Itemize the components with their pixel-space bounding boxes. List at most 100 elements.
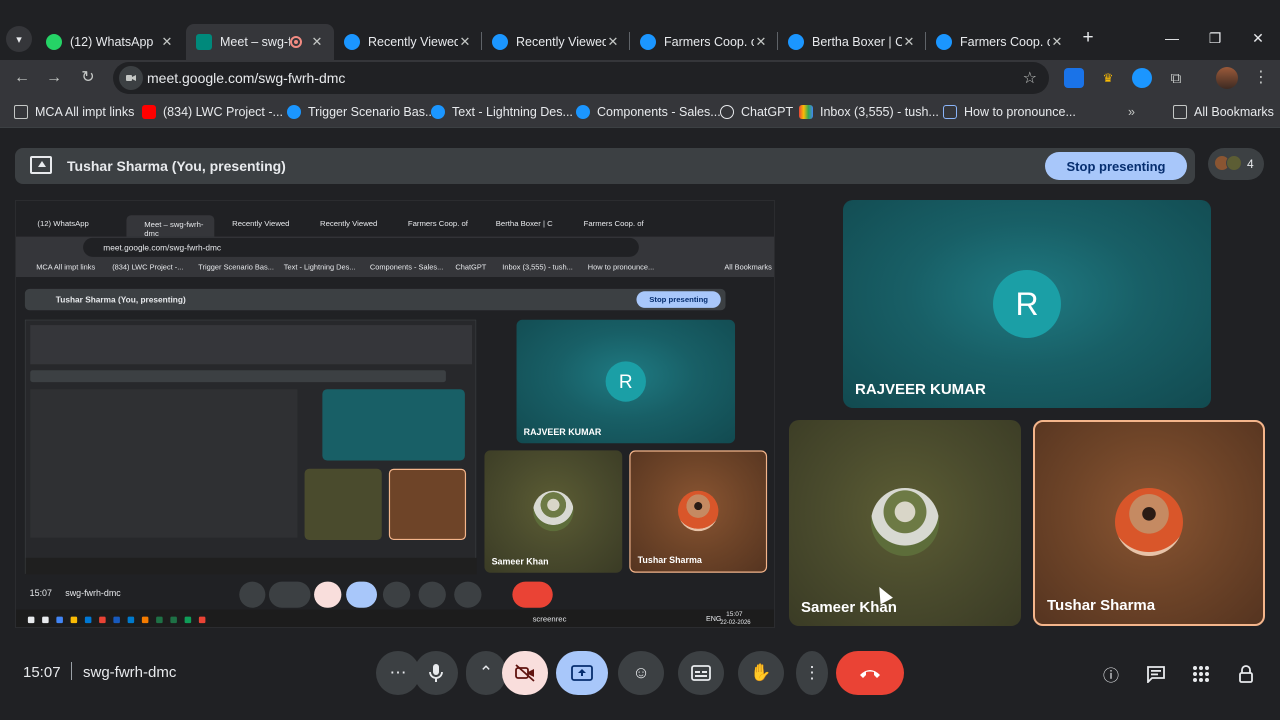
shared-screenrec-label: screenrec — [532, 614, 567, 624]
salesforce-icon — [431, 105, 445, 119]
bookmark-chatgpt[interactable]: ChatGPT — [720, 104, 793, 120]
shared-bookmark: Inbox (3,555) - tush... — [502, 262, 573, 272]
shared-screen: (12) WhatsApp Meet – swg-fwrh-dmc Recent… — [15, 200, 775, 628]
participant-name: Tushar Sharma — [1047, 597, 1156, 614]
bookmark-trigger[interactable]: Trigger Scenario Bas... — [287, 104, 435, 120]
tile-sameer-khan[interactable]: Sameer Khan — [789, 420, 1021, 626]
present-screen-icon — [30, 156, 52, 174]
hang-up-icon — [860, 670, 880, 678]
bookmark-star-icon[interactable]: ☆ — [1023, 68, 1037, 88]
shared-tab: Recently Viewed — [232, 218, 290, 228]
tab-close-icon[interactable]: ✕ — [1050, 34, 1064, 50]
microphone-icon — [429, 664, 443, 682]
tab-farmers-coop-2[interactable]: Farmers Coop. of ✕ — [926, 24, 1074, 60]
shared-controls — [239, 581, 553, 608]
meet-page: Tushar Sharma (You, presenting) Stop pre… — [0, 128, 1280, 720]
bookmark-components[interactable]: Components - Sales... — [576, 104, 721, 120]
shared-clock: 15:07 — [29, 588, 52, 599]
extension-crown-icon[interactable]: ♛ — [1098, 68, 1118, 88]
shared-lang-label: ENG — [705, 614, 722, 623]
meet-control-bar: 15:07 swg-fwrh-dmc ⋯ ⌃ ☺ ✋ ⋮ ⓘ — [0, 638, 1280, 708]
back-icon[interactable]: ← — [10, 66, 34, 90]
tab-close-icon[interactable]: ✕ — [160, 34, 174, 50]
extensions-puzzle-icon[interactable]: ⧉ — [1166, 68, 1186, 88]
all-bookmarks[interactable]: All Bookmarks — [1173, 104, 1274, 120]
tab-meet[interactable]: Meet – swg-fwrh-dmc ✕ — [186, 24, 334, 60]
presenting-title: Tushar Sharma (You, presenting) — [67, 158, 286, 174]
shared-bookmark: (834) LWC Project -... — [112, 262, 184, 272]
profile-avatar[interactable] — [1216, 67, 1238, 89]
bookmark-pronounce[interactable]: How to pronounce... — [943, 104, 1076, 120]
tab-close-icon[interactable]: ✕ — [310, 34, 324, 50]
youtube-icon — [142, 105, 156, 119]
tab-whatsapp[interactable]: (12) WhatsApp ✕ — [36, 24, 184, 60]
tab-recently-viewed-2[interactable]: Recently Viewed ✕ — [482, 24, 630, 60]
tile-tushar-sharma[interactable]: Tushar Sharma — [1033, 420, 1265, 626]
minimize-icon[interactable]: — — [1162, 28, 1182, 48]
camera-button[interactable] — [502, 651, 548, 695]
shared-bookmark: ChatGPT — [455, 262, 487, 272]
window-close-icon[interactable]: ✕ — [1248, 28, 1268, 48]
shared-tab: Recently Viewed — [320, 218, 378, 228]
tab-close-icon[interactable]: ✕ — [902, 34, 916, 50]
shared-tile-rajveer: R RAJVEER KUMAR — [516, 319, 736, 444]
bookmark-mca[interactable]: MCA All impt links — [14, 104, 134, 120]
salesforce-icon — [344, 34, 360, 50]
tab-close-icon[interactable]: ✕ — [606, 34, 620, 50]
present-button[interactable] — [556, 651, 608, 695]
meet-icon — [196, 34, 212, 50]
reload-icon[interactable]: ↻ — [76, 66, 100, 90]
chevron-up-icon: ⌃ — [478, 663, 494, 682]
captions-button[interactable] — [678, 651, 724, 695]
bookmark-lwc[interactable]: (834) LWC Project -... — [142, 104, 283, 120]
tab-recently-viewed-1[interactable]: Recently Viewed ✕ — [334, 24, 482, 60]
participant-name: RAJVEER KUMAR — [855, 381, 986, 398]
salesforce-icon — [576, 105, 590, 119]
bookmark-text-lightning[interactable]: Text - Lightning Des... — [431, 104, 573, 120]
address-bar[interactable]: meet.google.com/swg-fwrh-dmc ☆ — [113, 62, 1049, 94]
forward-icon[interactable]: → — [42, 66, 66, 90]
url-text: meet.google.com/swg-fwrh-dmc — [147, 70, 346, 86]
avatar — [1115, 488, 1183, 556]
participants-button[interactable]: 4 — [1208, 148, 1264, 180]
shared-taskbar-date: 22-02-2026 — [720, 619, 751, 626]
more-options-button[interactable]: ⋮ — [796, 651, 828, 695]
tab-search-icon[interactable]: ▾ — [6, 26, 32, 52]
reactions-button[interactable]: ☺ — [618, 651, 664, 695]
raise-hand-button[interactable]: ✋ — [738, 651, 784, 695]
bookmark-inbox[interactable]: Inbox (3,555) - tush... — [799, 104, 939, 120]
meeting-info-icon[interactable]: ⓘ — [1099, 662, 1123, 686]
chat-icon[interactable] — [1144, 662, 1168, 686]
video-options-button[interactable]: ⌃ — [466, 651, 506, 695]
restore-icon[interactable]: ❐ — [1205, 28, 1225, 48]
camera-off-icon — [515, 664, 535, 682]
tab-close-icon[interactable]: ✕ — [754, 34, 768, 50]
shared-active-tab: Meet – swg-fwrh-dmc — [126, 215, 215, 238]
bookmarks-overflow-icon[interactable]: » — [1128, 104, 1135, 120]
microphone-button[interactable] — [414, 651, 458, 695]
end-call-button[interactable] — [836, 651, 904, 695]
shared-tab-strip: (12) WhatsApp Meet – swg-fwrh-dmc Recent… — [16, 201, 774, 238]
new-tab-button[interactable]: + — [1078, 28, 1098, 48]
stop-presenting-button[interactable]: Stop presenting — [1045, 152, 1187, 180]
tab-bertha-boxer[interactable]: Bertha Boxer | C ✕ — [778, 24, 926, 60]
browser-menu-icon[interactable]: ⋮ — [1253, 67, 1269, 89]
shared-bookmark: Text - Lightning Des... — [283, 262, 356, 272]
host-controls-icon[interactable] — [1234, 662, 1258, 686]
shared-room: swg-fwrh-dmc — [65, 588, 121, 599]
tab-close-icon[interactable]: ✕ — [458, 34, 472, 50]
tab-strip: ▾ (12) WhatsApp ✕ Meet – swg-fwrh-dmc ✕ … — [0, 0, 1280, 60]
meeting-code: swg-fwrh-dmc — [83, 664, 177, 681]
shared-taskbar-time: 15:07 — [726, 610, 743, 618]
shared-taskbar: screenrec ENG 15:07 22-02-2026 — [16, 609, 774, 627]
salesforce-extension-icon[interactable] — [1132, 68, 1152, 88]
present-screen-icon — [571, 665, 593, 681]
salesforce-icon — [936, 34, 952, 50]
extension-cube-icon[interactable] — [1064, 68, 1084, 88]
tile-rajveer-kumar[interactable]: R RAJVEER KUMAR — [843, 200, 1211, 408]
activities-icon[interactable] — [1189, 662, 1213, 686]
site-info-icon[interactable] — [119, 66, 143, 90]
avatar-initial: R — [993, 270, 1061, 338]
tab-farmers-coop-1[interactable]: Farmers Coop. of ✕ — [630, 24, 778, 60]
more-dots-icon: ⋯ — [389, 663, 407, 682]
